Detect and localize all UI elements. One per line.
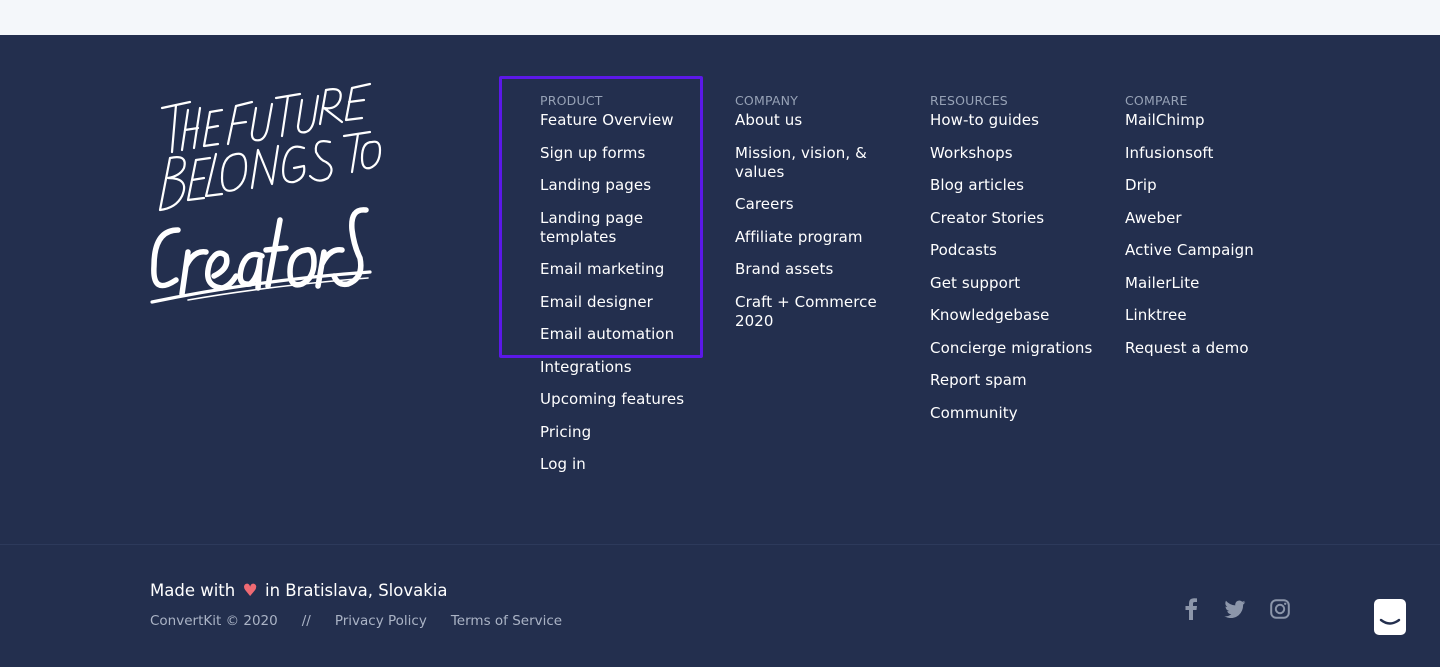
legal-links: ConvertKit © 2020 // Privacy Policy Term… bbox=[150, 612, 562, 630]
footer-link[interactable]: How-to guides bbox=[930, 111, 1100, 130]
footer-link[interactable]: Upcoming features bbox=[540, 390, 710, 409]
footer-link[interactable]: Creator Stories bbox=[930, 209, 1100, 228]
footer-link[interactable]: Active Campaign bbox=[1125, 241, 1295, 260]
footer-column-company: COMPANY About us Mission, vision, & valu… bbox=[735, 93, 905, 344]
footer-link[interactable]: Aweber bbox=[1125, 209, 1295, 228]
footer-link[interactable]: Integrations bbox=[540, 358, 710, 377]
footer-link[interactable]: MailChimp bbox=[1125, 111, 1295, 130]
footer-link[interactable]: Blog articles bbox=[930, 176, 1100, 195]
page-top-strip bbox=[0, 0, 1440, 35]
heart-icon: ♥ bbox=[242, 581, 258, 601]
chat-launcher-button[interactable] bbox=[1374, 599, 1406, 635]
resources-links: How-to guides Workshops Blog articles Cr… bbox=[930, 111, 1100, 423]
footer-link[interactable]: Linktree bbox=[1125, 306, 1295, 325]
footer-link[interactable]: Podcasts bbox=[930, 241, 1100, 260]
column-heading: COMPARE bbox=[1125, 93, 1188, 108]
made-with-text: Made with ♥ in Bratislava, Slovakia bbox=[150, 580, 447, 602]
footer-column-compare: COMPARE MailChimp Infusionsoft Drip Aweb… bbox=[1125, 93, 1295, 371]
highlight-box bbox=[499, 76, 703, 358]
company-links: About us Mission, vision, & values Caree… bbox=[735, 111, 905, 331]
footer-link[interactable]: Report spam bbox=[930, 371, 1100, 390]
footer-link[interactable]: Request a demo bbox=[1125, 339, 1295, 358]
column-heading: COMPANY bbox=[735, 93, 799, 108]
footer-column-resources: RESOURCES How-to guides Workshops Blog a… bbox=[930, 93, 1100, 436]
the-future-belongs-to-creators-logo[interactable] bbox=[148, 80, 383, 312]
footer-link[interactable]: Careers bbox=[735, 195, 905, 214]
footer-link[interactable]: MailerLite bbox=[1125, 274, 1295, 293]
facebook-icon[interactable] bbox=[1184, 598, 1198, 620]
footer-link[interactable]: Workshops bbox=[930, 144, 1100, 163]
footer-link[interactable]: Knowledgebase bbox=[930, 306, 1100, 325]
privacy-policy-link[interactable]: Privacy Policy bbox=[335, 612, 427, 630]
footer-link[interactable]: Infusionsoft bbox=[1125, 144, 1295, 163]
footer-link[interactable]: Get support bbox=[930, 274, 1100, 293]
instagram-icon[interactable] bbox=[1270, 599, 1290, 619]
footer-link[interactable]: Affiliate program bbox=[735, 228, 905, 247]
footer-divider bbox=[0, 544, 1440, 545]
compare-links: MailChimp Infusionsoft Drip Aweber Activ… bbox=[1125, 111, 1295, 358]
footer-link[interactable]: Brand assets bbox=[735, 260, 905, 279]
footer-link[interactable]: Drip bbox=[1125, 176, 1295, 195]
footer-link[interactable]: Log in bbox=[540, 455, 710, 474]
twitter-icon[interactable] bbox=[1223, 600, 1246, 618]
footer-link[interactable]: Craft + Commerce 2020 bbox=[735, 293, 885, 331]
column-heading: RESOURCES bbox=[930, 93, 1008, 108]
footer-link[interactable]: Community bbox=[930, 404, 1100, 423]
separator: // bbox=[301, 613, 311, 629]
footer-link[interactable]: Pricing bbox=[540, 423, 710, 442]
made-with-prefix: Made with bbox=[150, 581, 236, 600]
footer-link[interactable]: Concierge migrations bbox=[930, 339, 1100, 358]
footer-link[interactable]: About us bbox=[735, 111, 905, 130]
terms-of-service-link[interactable]: Terms of Service bbox=[451, 612, 562, 630]
made-with-suffix: in Bratislava, Slovakia bbox=[264, 581, 448, 600]
copyright-text: ConvertKit © 2020 bbox=[150, 613, 278, 629]
chat-bubble-icon bbox=[1378, 618, 1401, 634]
footer-link[interactable]: Mission, vision, & values bbox=[735, 144, 885, 182]
